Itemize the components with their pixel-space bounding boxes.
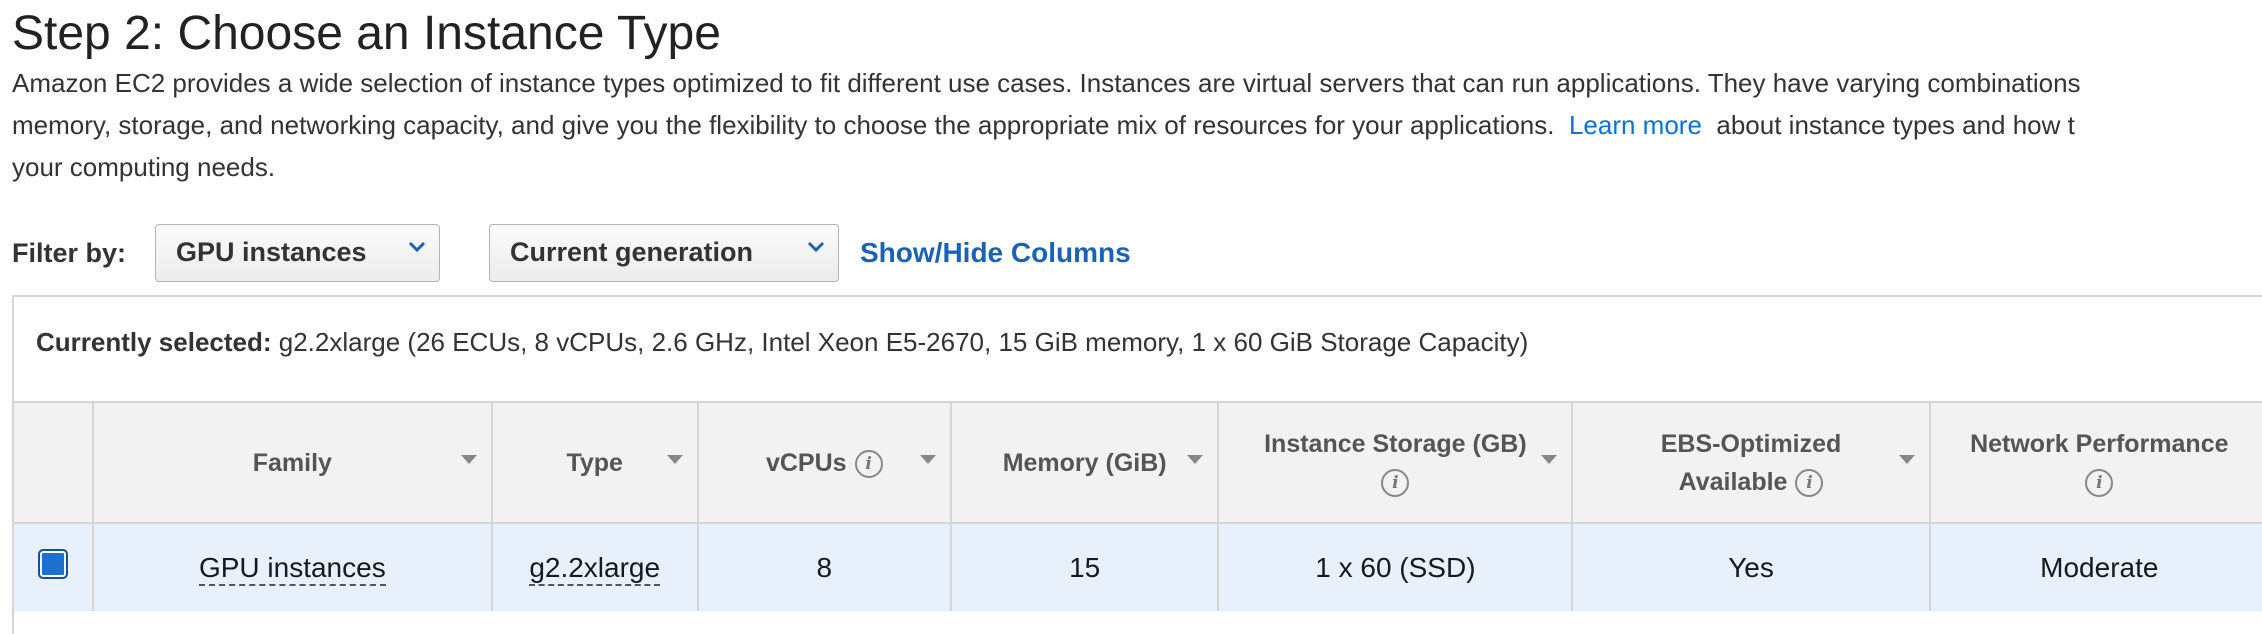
sort-caret-icon: [1898, 455, 1915, 464]
learn-more-link[interactable]: Learn more: [1569, 110, 1702, 140]
family-cell: GPU instances: [92, 523, 493, 611]
memory-cell: 15: [950, 523, 1220, 611]
column-header-ebs-label-line-2: Available: [1678, 467, 1788, 496]
column-header-memory-label: Memory (GiB): [1002, 448, 1167, 477]
ec2-launch-wizard-page: Step 2: Choose an Instance Type Amazon E…: [0, 0, 2262, 634]
vcpus-cell: 8: [697, 523, 952, 611]
currently-selected-label: Currently selected:: [36, 327, 272, 357]
column-header-vcpus-label: vCPUs: [765, 448, 847, 477]
type-value[interactable]: g2.2xlarge: [529, 551, 661, 586]
sort-caret-icon: [460, 455, 477, 464]
column-header-type[interactable]: Type: [491, 403, 699, 524]
info-icon[interactable]: i: [854, 449, 883, 478]
row-checkbox[interactable]: [37, 549, 68, 579]
family-filter-select[interactable]: GPU instances: [155, 224, 440, 282]
info-icon[interactable]: i: [1795, 468, 1824, 497]
storage-cell: 1 x 60 (SSD): [1218, 523, 1574, 611]
instance-types-table: Family Type vCPUs i Memory (GiB) Instanc…: [14, 403, 2262, 611]
column-header-storage-label: Instance Storage (GB): [1264, 429, 1527, 458]
column-header-memory[interactable]: Memory (GiB): [950, 403, 1220, 524]
show-hide-columns-link[interactable]: Show/Hide Columns: [860, 237, 1131, 269]
family-value[interactable]: GPU instances: [198, 551, 386, 586]
description-line-2-start: memory, storage, and networking capacity…: [12, 110, 1555, 140]
info-icon[interactable]: i: [2085, 468, 2114, 497]
description-line-2-end: about instance types and how t: [1716, 110, 2075, 140]
description-line-2: memory, storage, and networking capacity…: [12, 104, 2262, 146]
sort-caret-icon: [1187, 455, 1204, 464]
type-cell: g2.2xlarge: [491, 523, 699, 611]
currently-selected-summary: Currently selected: g2.2xlarge (26 ECUs,…: [14, 297, 2262, 403]
description-line-1: Amazon EC2 provides a wide selection of …: [12, 68, 2081, 98]
column-header-network-performance[interactable]: Network Performance i: [1929, 403, 2262, 524]
table-row[interactable]: GPU instances g2.2xlarge 8 15 1 x 60 (SS…: [14, 523, 2262, 611]
sort-caret-icon: [1541, 455, 1558, 464]
row-select-cell: [14, 523, 94, 611]
instance-table-panel: Currently selected: g2.2xlarge (26 ECUs,…: [12, 295, 2262, 634]
filter-label: Filter by:: [12, 238, 127, 268]
column-header-family-label: Family: [252, 448, 332, 477]
column-header-ebs-optimized[interactable]: EBS-Optimized Available i: [1572, 403, 1931, 524]
generation-filter-select[interactable]: Current generation: [489, 224, 839, 282]
currently-selected-value: g2.2xlarge (26 ECUs, 8 vCPUs, 2.6 GHz, I…: [278, 327, 1529, 357]
column-header-type-label: Type: [566, 448, 623, 477]
family-filter-value: GPU instances: [176, 237, 367, 267]
info-icon[interactable]: i: [1381, 468, 1410, 497]
network-cell: Moderate: [1929, 523, 2262, 611]
column-header-family[interactable]: Family: [92, 403, 493, 524]
description-line-3: your computing needs.: [12, 152, 276, 182]
ebs-cell: Yes: [1572, 523, 1931, 611]
chevron-down-icon: [807, 241, 825, 253]
column-header-vcpus[interactable]: vCPUs i: [697, 403, 952, 524]
generation-filter-value: Current generation: [510, 237, 754, 267]
select-column-header: [14, 403, 94, 524]
column-header-ebs-label-line-1: EBS-Optimized: [1660, 429, 1842, 458]
sort-caret-icon: [919, 455, 936, 464]
chevron-down-icon: [408, 241, 426, 253]
table-header-row: Family Type vCPUs i Memory (GiB) Instanc…: [14, 403, 2262, 524]
sort-caret-icon: [666, 455, 683, 464]
column-header-instance-storage[interactable]: Instance Storage (GB) i: [1218, 403, 1574, 524]
column-header-network-label: Network Performance: [1970, 429, 2229, 458]
page-title: Step 2: Choose an Instance Type: [12, 7, 721, 60]
filter-bar: Filter by: GPU instances Current generat…: [12, 224, 2262, 284]
page-description: Amazon EC2 provides a wide selection of …: [12, 62, 2262, 188]
